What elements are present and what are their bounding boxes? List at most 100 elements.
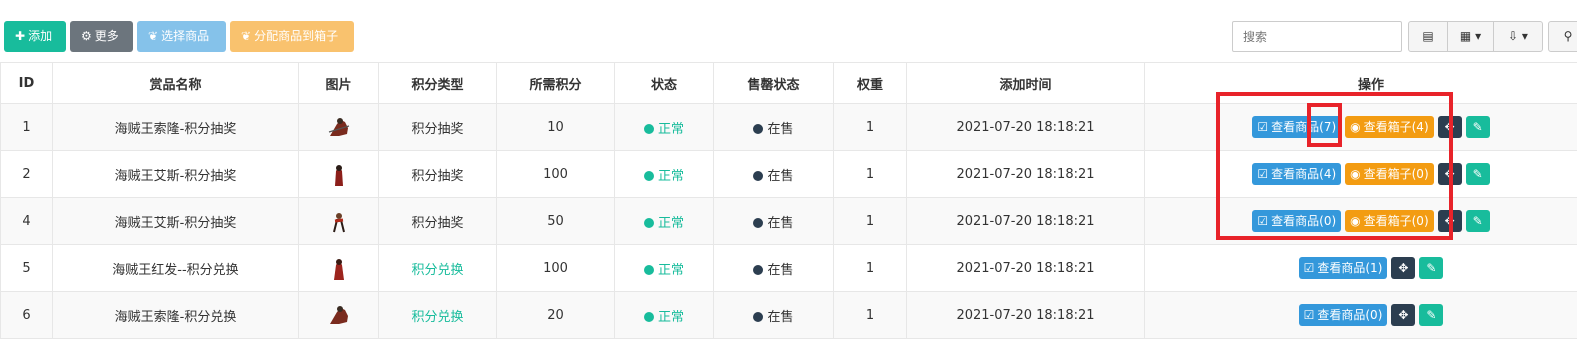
- gear-icon: ⚙: [81, 21, 92, 52]
- export-dropdown[interactable]: ⇩ ▾: [1493, 21, 1543, 52]
- drag-sort-button[interactable]: ✥: [1438, 116, 1462, 138]
- cell-id: 1: [1, 104, 53, 151]
- move-icon: ✥: [1445, 120, 1455, 134]
- add-button[interactable]: ✚添加: [4, 21, 66, 52]
- status-badge[interactable]: 正常: [644, 216, 684, 231]
- cell-id: 6: [1, 292, 53, 339]
- cell-status: 正常: [615, 104, 714, 151]
- cell-points: 50: [497, 198, 615, 245]
- check-square-icon: ☑: [1257, 116, 1268, 138]
- cell-points-type: 积分抽奖: [379, 104, 497, 151]
- table-row[interactable]: 2海贼王艾斯-积分抽奖积分抽奖100正常在售12021-07-20 18:18:…: [1, 151, 1577, 198]
- header-points-type[interactable]: 积分类型: [379, 63, 497, 104]
- drag-sort-button[interactable]: ✥: [1438, 163, 1462, 185]
- sold-dot-icon: [753, 218, 763, 228]
- cell-status: 正常: [615, 292, 714, 339]
- view-goods-button[interactable]: ☑查看商品(1): [1299, 257, 1388, 279]
- drag-sort-button[interactable]: ✥: [1438, 210, 1462, 232]
- prize-thumbnail[interactable]: [327, 302, 351, 328]
- status-label: 正常: [658, 169, 684, 184]
- header-status[interactable]: 状态: [615, 63, 714, 104]
- edit-button[interactable]: ✎: [1466, 163, 1490, 185]
- cell-sold-status: 在售: [714, 198, 834, 245]
- cell-name: 海贼王索隆-积分抽奖: [53, 104, 299, 151]
- edit-button[interactable]: ✎: [1419, 304, 1443, 326]
- sold-status-badge[interactable]: 在售: [753, 310, 793, 325]
- cell-sold-status: 在售: [714, 292, 834, 339]
- sold-status-badge[interactable]: 在售: [753, 122, 793, 137]
- drag-sort-button[interactable]: ✥: [1391, 304, 1415, 326]
- header-id[interactable]: ID: [1, 63, 53, 104]
- cell-id: 4: [1, 198, 53, 245]
- cell-status: 正常: [615, 198, 714, 245]
- status-badge[interactable]: 正常: [644, 122, 684, 137]
- header-points-required[interactable]: 所需积分: [497, 63, 615, 104]
- row-actions: ☑查看商品(0) ◉ 查看箱子(0) ✥✎: [1252, 210, 1489, 232]
- view-goods-label: 查看商品(0): [1271, 214, 1336, 228]
- header-weight[interactable]: 权重: [834, 63, 907, 104]
- view-boxes-button[interactable]: ◉查看箱子(0): [1345, 163, 1433, 185]
- status-label: 正常: [658, 122, 684, 137]
- cell-image: [299, 245, 379, 292]
- edit-button[interactable]: ✎: [1466, 116, 1490, 138]
- more-label: 更多: [95, 29, 119, 43]
- search-icon: ⚲: [1564, 29, 1573, 43]
- drag-sort-button[interactable]: ✥: [1391, 257, 1415, 279]
- cell-image: [299, 198, 379, 245]
- points-type-label[interactable]: 积分兑换: [411, 310, 463, 325]
- cell-actions: ☑查看商品(7)◉查看箱子(4) ✥ ✎: [1145, 104, 1577, 151]
- cell-sold-status: 在售: [714, 245, 834, 292]
- eye-icon: ◉: [1350, 210, 1360, 232]
- header-image[interactable]: 图片: [299, 63, 379, 104]
- row-actions: ☑查看商品(4)◉查看箱子(0)✥✎: [1252, 163, 1489, 185]
- points-type-label[interactable]: 积分抽奖: [411, 122, 463, 137]
- prize-thumbnail[interactable]: [327, 208, 351, 234]
- sold-status-badge[interactable]: 在售: [753, 216, 793, 231]
- cell-add-time: 2021-07-20 18:18:21: [907, 245, 1145, 292]
- view-goods-button[interactable]: ☑查看商品(4): [1252, 163, 1341, 185]
- table-row[interactable]: 6海贼王索隆-积分兑换积分兑换20正常在售12021-07-20 18:18:2…: [1, 292, 1577, 339]
- status-badge[interactable]: 正常: [644, 310, 684, 325]
- view-boxes-label: 查看箱子(0): [1364, 214, 1429, 228]
- search-button[interactable]: ⚲: [1548, 21, 1577, 52]
- columns-dropdown[interactable]: ▦ ▾: [1447, 21, 1494, 52]
- sold-dot-icon: [753, 171, 763, 181]
- leaf-icon: ❦: [148, 21, 158, 52]
- prize-thumbnail[interactable]: [327, 161, 351, 187]
- view-goods-button[interactable]: ☑查看商品(0): [1299, 304, 1388, 326]
- toggle-view-button[interactable]: ▤: [1408, 21, 1448, 52]
- cell-actions: ☑查看商品(4)◉查看箱子(0)✥✎: [1145, 151, 1577, 198]
- points-type-label[interactable]: 积分抽奖: [411, 216, 463, 231]
- select-goods-button[interactable]: ❦选择商品: [137, 21, 226, 52]
- prize-thumbnail[interactable]: [327, 255, 351, 281]
- sold-status-badge[interactable]: 在售: [753, 263, 793, 278]
- table-row[interactable]: 5海贼王红发--积分兑换积分兑换100正常在售12021-07-20 18:18…: [1, 245, 1577, 292]
- table-row[interactable]: 4海贼王艾斯-积分抽奖积分抽奖50正常在售12021-07-20 18:18:2…: [1, 198, 1577, 245]
- more-button[interactable]: ⚙更多: [70, 21, 133, 52]
- assign-goods-button[interactable]: ❦分配商品到箱子: [230, 21, 354, 52]
- table-row[interactable]: 1海贼王索隆-积分抽奖积分抽奖10正常在售12021-07-20 18:18:2…: [1, 104, 1577, 151]
- edit-button[interactable]: ✎: [1419, 257, 1443, 279]
- view-boxes-button[interactable]: ◉查看箱子(4): [1345, 116, 1433, 138]
- status-badge[interactable]: 正常: [644, 169, 684, 184]
- view-goods-label: 查看商品(0): [1317, 308, 1382, 322]
- header-sold-status[interactable]: 售罄状态: [714, 63, 834, 104]
- header-add-time[interactable]: 添加时间: [907, 63, 1145, 104]
- edit-button[interactable]: ✎: [1466, 210, 1490, 232]
- grid-columns-icon: ▦: [1460, 29, 1471, 43]
- view-goods-button[interactable]: ☑查看商品(7): [1252, 116, 1341, 138]
- points-type-label[interactable]: 积分抽奖: [411, 169, 463, 184]
- view-boxes-button[interactable]: ◉ 查看箱子(0): [1345, 210, 1433, 232]
- pencil-icon: ✎: [1473, 120, 1483, 134]
- sold-dot-icon: [753, 265, 763, 275]
- sold-status-badge[interactable]: 在售: [753, 169, 793, 184]
- cell-weight: 1: [834, 292, 907, 339]
- view-goods-button[interactable]: ☑查看商品(0): [1252, 210, 1341, 232]
- points-type-label[interactable]: 积分兑换: [411, 263, 463, 278]
- cell-points-type: 积分抽奖: [379, 198, 497, 245]
- row-actions: ☑查看商品(0)✥✎: [1299, 304, 1444, 326]
- header-name[interactable]: 赏品名称: [53, 63, 299, 104]
- prize-thumbnail[interactable]: [327, 114, 351, 140]
- status-badge[interactable]: 正常: [644, 263, 684, 278]
- search-input[interactable]: [1232, 21, 1402, 52]
